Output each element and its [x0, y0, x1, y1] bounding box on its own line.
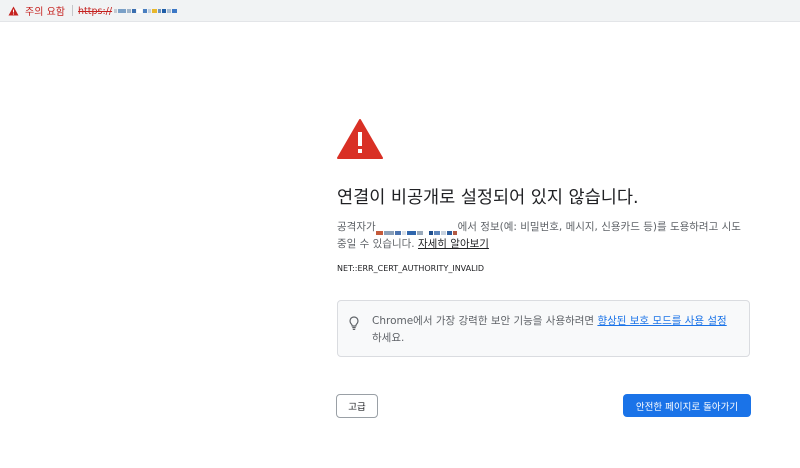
tip-text: Chrome에서 가장 강력한 보안 기능을 사용하려면 향상된 보호 모드를 …	[372, 313, 742, 347]
warning-triangle-icon	[8, 6, 19, 15]
redacted-host	[114, 9, 178, 13]
warning-triangle-icon	[337, 119, 383, 159]
learn-more-link[interactable]: 자세히 알아보기	[418, 238, 489, 250]
url-field[interactable]: https://	[78, 4, 178, 18]
security-label: 주의 요함	[25, 7, 65, 18]
description-prefix: 공격자가	[337, 221, 376, 233]
security-chip[interactable]: 주의 요함	[4, 2, 69, 19]
tip-text-before: Chrome에서 가장 강력한 보안 기능을 사용하려면	[372, 315, 598, 327]
url-scheme: https://	[78, 5, 113, 17]
description: 공격자가 에서 정보(예: 비밀번호, 메시지, 신용카드 등)를 도용하려고 …	[337, 219, 751, 253]
redacted-host-inline	[375, 224, 458, 235]
enhanced-protection-link[interactable]: 향상된 보호 모드를 사용 설정	[597, 315, 726, 327]
page-title: 연결이 비공개로 설정되어 있지 않습니다.	[337, 188, 639, 208]
tip-text-after: 하세요.	[372, 332, 405, 344]
back-to-safety-button[interactable]: 안전한 페이지로 돌아가기	[623, 394, 751, 417]
enhanced-protection-tip: Chrome에서 가장 강력한 보안 기능을 사용하려면 향상된 보호 모드를 …	[337, 300, 750, 357]
lightbulb-icon	[349, 316, 359, 330]
error-code: NET::ERR_CERT_AUTHORITY_INVALID	[337, 264, 485, 273]
advanced-button[interactable]: 고급	[336, 394, 378, 418]
omnibox[interactable]: 주의 요함 https://	[0, 0, 800, 22]
omnibox-separator	[72, 5, 73, 16]
